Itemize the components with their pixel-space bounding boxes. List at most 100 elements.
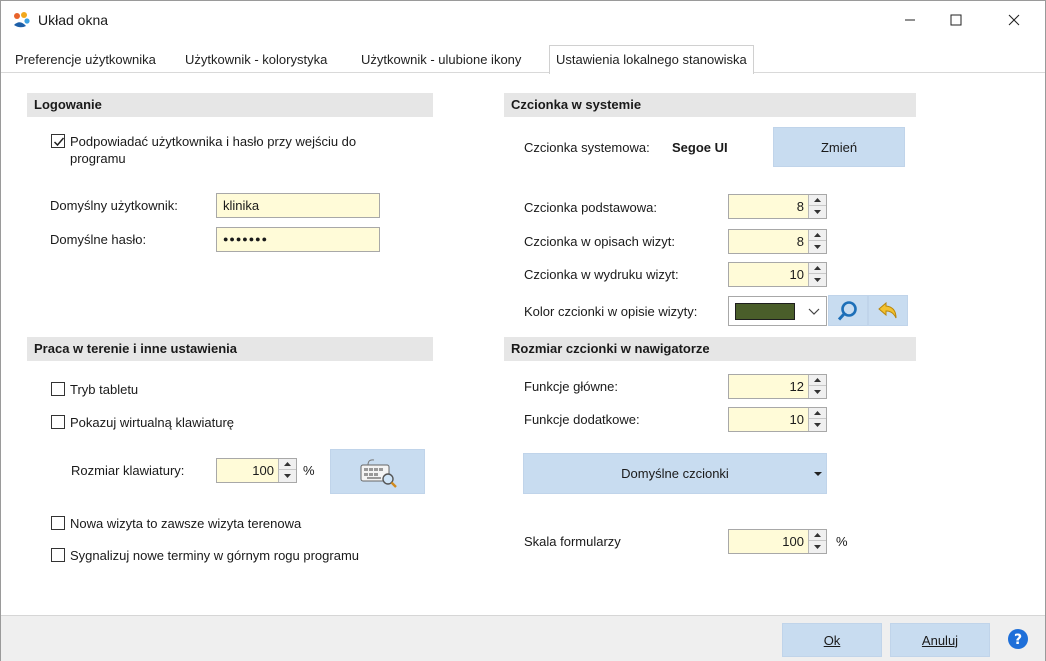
stepper-up-button[interactable] — [809, 408, 826, 419]
triangle-up-icon — [814, 198, 821, 202]
extra-functions-label: Funkcje dodatkowe: — [524, 412, 640, 427]
color-swatch — [735, 303, 795, 320]
visit-color-label: Kolor czcionki w opisie wizyty: — [524, 304, 698, 319]
keyboard-size-label: Rozmiar klawiatury: — [71, 463, 185, 478]
base-font-stepper[interactable]: 8 — [728, 194, 827, 219]
maximize-icon — [950, 14, 962, 26]
visit-print-font-value: 10 — [789, 267, 804, 282]
keyboard-size-value: 100 — [252, 463, 274, 478]
triangle-down-icon — [814, 244, 821, 249]
main-functions-value: 12 — [789, 379, 804, 394]
undo-arrow-icon — [878, 301, 897, 318]
tab-local-workstation-settings[interactable]: Ustawienia lokalnego stanowiska — [549, 45, 754, 74]
system-font-value: Segoe UI — [672, 140, 728, 155]
triangle-up-icon — [814, 411, 821, 415]
triangle-up-icon — [284, 462, 291, 466]
default-user-input[interactable]: klinika — [216, 193, 380, 218]
virtual-keyboard-checkbox[interactable] — [51, 415, 65, 429]
minimize-icon — [905, 19, 915, 21]
section-header-field-work: Praca w terenie i inne ustawienia — [27, 337, 433, 361]
title-bar: Układ okna — [1, 1, 1045, 39]
stepper-down-button[interactable] — [809, 241, 826, 252]
form-scale-label: Skala formularzy — [524, 534, 621, 549]
window: Układ okna Preferencje użytkownika Użytk… — [0, 0, 1046, 661]
stepper-down-button[interactable] — [809, 274, 826, 285]
remember-credentials-label: Podpowiadać użytkownika i hasło przy wej… — [70, 134, 357, 166]
default-password-label: Domyślne hasło: — [50, 232, 147, 247]
extra-functions-stepper[interactable]: 10 — [728, 407, 827, 432]
main-functions-label: Funkcje główne: — [524, 379, 618, 394]
section-header-system-font: Czcionka w systemie — [504, 93, 916, 117]
stepper-down-button[interactable] — [809, 206, 826, 217]
visit-print-font-label: Czcionka w wydruku wizyt: — [524, 267, 679, 282]
triangle-up-icon — [814, 533, 821, 537]
stepper-up-button[interactable] — [809, 375, 826, 386]
section-header-navigator-font: Rozmiar czcionki w nawigatorze — [504, 337, 916, 361]
extra-functions-value: 10 — [789, 412, 804, 427]
stepper-up-button[interactable] — [809, 263, 826, 274]
checkmark-icon — [53, 137, 65, 147]
minimize-button[interactable] — [887, 1, 933, 39]
magnifier-icon — [837, 300, 857, 321]
keyboard-magnifier-icon — [360, 458, 397, 488]
help-button[interactable]: ? — [1007, 628, 1029, 650]
app-logo-icon — [11, 10, 31, 30]
stepper-down-button[interactable] — [809, 386, 826, 397]
virtual-keyboard-label: Pokazuj wirtualną klawiaturę — [70, 415, 235, 430]
color-picker-button[interactable] — [828, 295, 868, 326]
base-font-value: 8 — [796, 199, 804, 214]
svg-text:?: ? — [1014, 632, 1022, 648]
main-functions-stepper[interactable]: 12 — [728, 374, 827, 399]
visit-print-font-stepper[interactable]: 10 — [728, 262, 827, 287]
maximize-button[interactable] — [933, 1, 979, 39]
ok-button[interactable]: Ok — [782, 623, 882, 657]
default-fonts-dropdown-button[interactable]: Domyślne czcionki — [523, 453, 827, 494]
system-font-label: Czcionka systemowa: — [524, 140, 650, 155]
visit-desc-font-label: Czcionka w opisach wizyt: — [524, 234, 675, 249]
tab-user-colors[interactable]: Użytkownik - kolorystyka — [179, 49, 333, 73]
change-font-button[interactable]: Zmień — [773, 127, 905, 167]
tablet-mode-label: Tryb tabletu — [70, 382, 139, 397]
keyboard-preview-button[interactable] — [330, 449, 425, 494]
cancel-button[interactable]: Anuluj — [890, 623, 990, 657]
tab-user-favorite-icons[interactable]: Użytkownik - ulubione ikony — [355, 49, 527, 73]
window-title: Układ okna — [38, 12, 109, 28]
default-user-label: Domyślny użytkownik: — [50, 198, 178, 213]
stepper-up-button[interactable] — [809, 195, 826, 206]
tab-user-preferences[interactable]: Preferencje użytkownika — [9, 49, 162, 73]
reset-color-button[interactable] — [868, 295, 908, 326]
visit-desc-font-stepper[interactable]: 8 — [728, 229, 827, 254]
visit-font-color-dropdown[interactable] — [728, 296, 827, 326]
signal-new-appointments-checkbox[interactable] — [51, 548, 65, 562]
stepper-down-button[interactable] — [809, 541, 826, 552]
triangle-down-icon — [284, 473, 291, 478]
field-visit-checkbox[interactable] — [51, 516, 65, 530]
keyboard-size-unit: % — [303, 463, 315, 478]
base-font-label: Czcionka podstawowa: — [524, 200, 657, 215]
field-visit-label: Nowa wizyta to zawsze wizyta terenowa — [70, 516, 302, 531]
form-scale-stepper[interactable]: 100 — [728, 529, 827, 554]
stepper-down-button[interactable] — [809, 419, 826, 430]
tab-strip: Preferencje użytkownika Użytkownik - kol… — [1, 45, 1045, 74]
triangle-down-icon — [814, 209, 821, 214]
stepper-up-button[interactable] — [809, 230, 826, 241]
default-password-input[interactable]: ●●●●●●● — [216, 227, 380, 252]
default-fonts-label: Domyślne czcionki — [621, 466, 729, 481]
help-icon: ? — [1008, 629, 1028, 649]
triangle-down-icon — [814, 389, 821, 394]
triangle-down-icon — [814, 422, 821, 427]
triangle-down-icon — [814, 277, 821, 282]
triangle-down-icon — [814, 472, 822, 476]
close-button[interactable] — [991, 1, 1037, 39]
remember-credentials-checkbox[interactable] — [51, 134, 65, 148]
stepper-down-button[interactable] — [279, 470, 296, 481]
visit-desc-font-value: 8 — [796, 234, 804, 249]
tablet-mode-checkbox[interactable] — [51, 382, 65, 396]
triangle-up-icon — [814, 266, 821, 270]
stepper-up-button[interactable] — [809, 530, 826, 541]
close-icon — [1008, 14, 1020, 26]
stepper-up-button[interactable] — [279, 459, 296, 470]
keyboard-size-stepper[interactable]: 100 — [216, 458, 297, 483]
form-scale-unit: % — [836, 534, 848, 549]
triangle-up-icon — [814, 378, 821, 382]
